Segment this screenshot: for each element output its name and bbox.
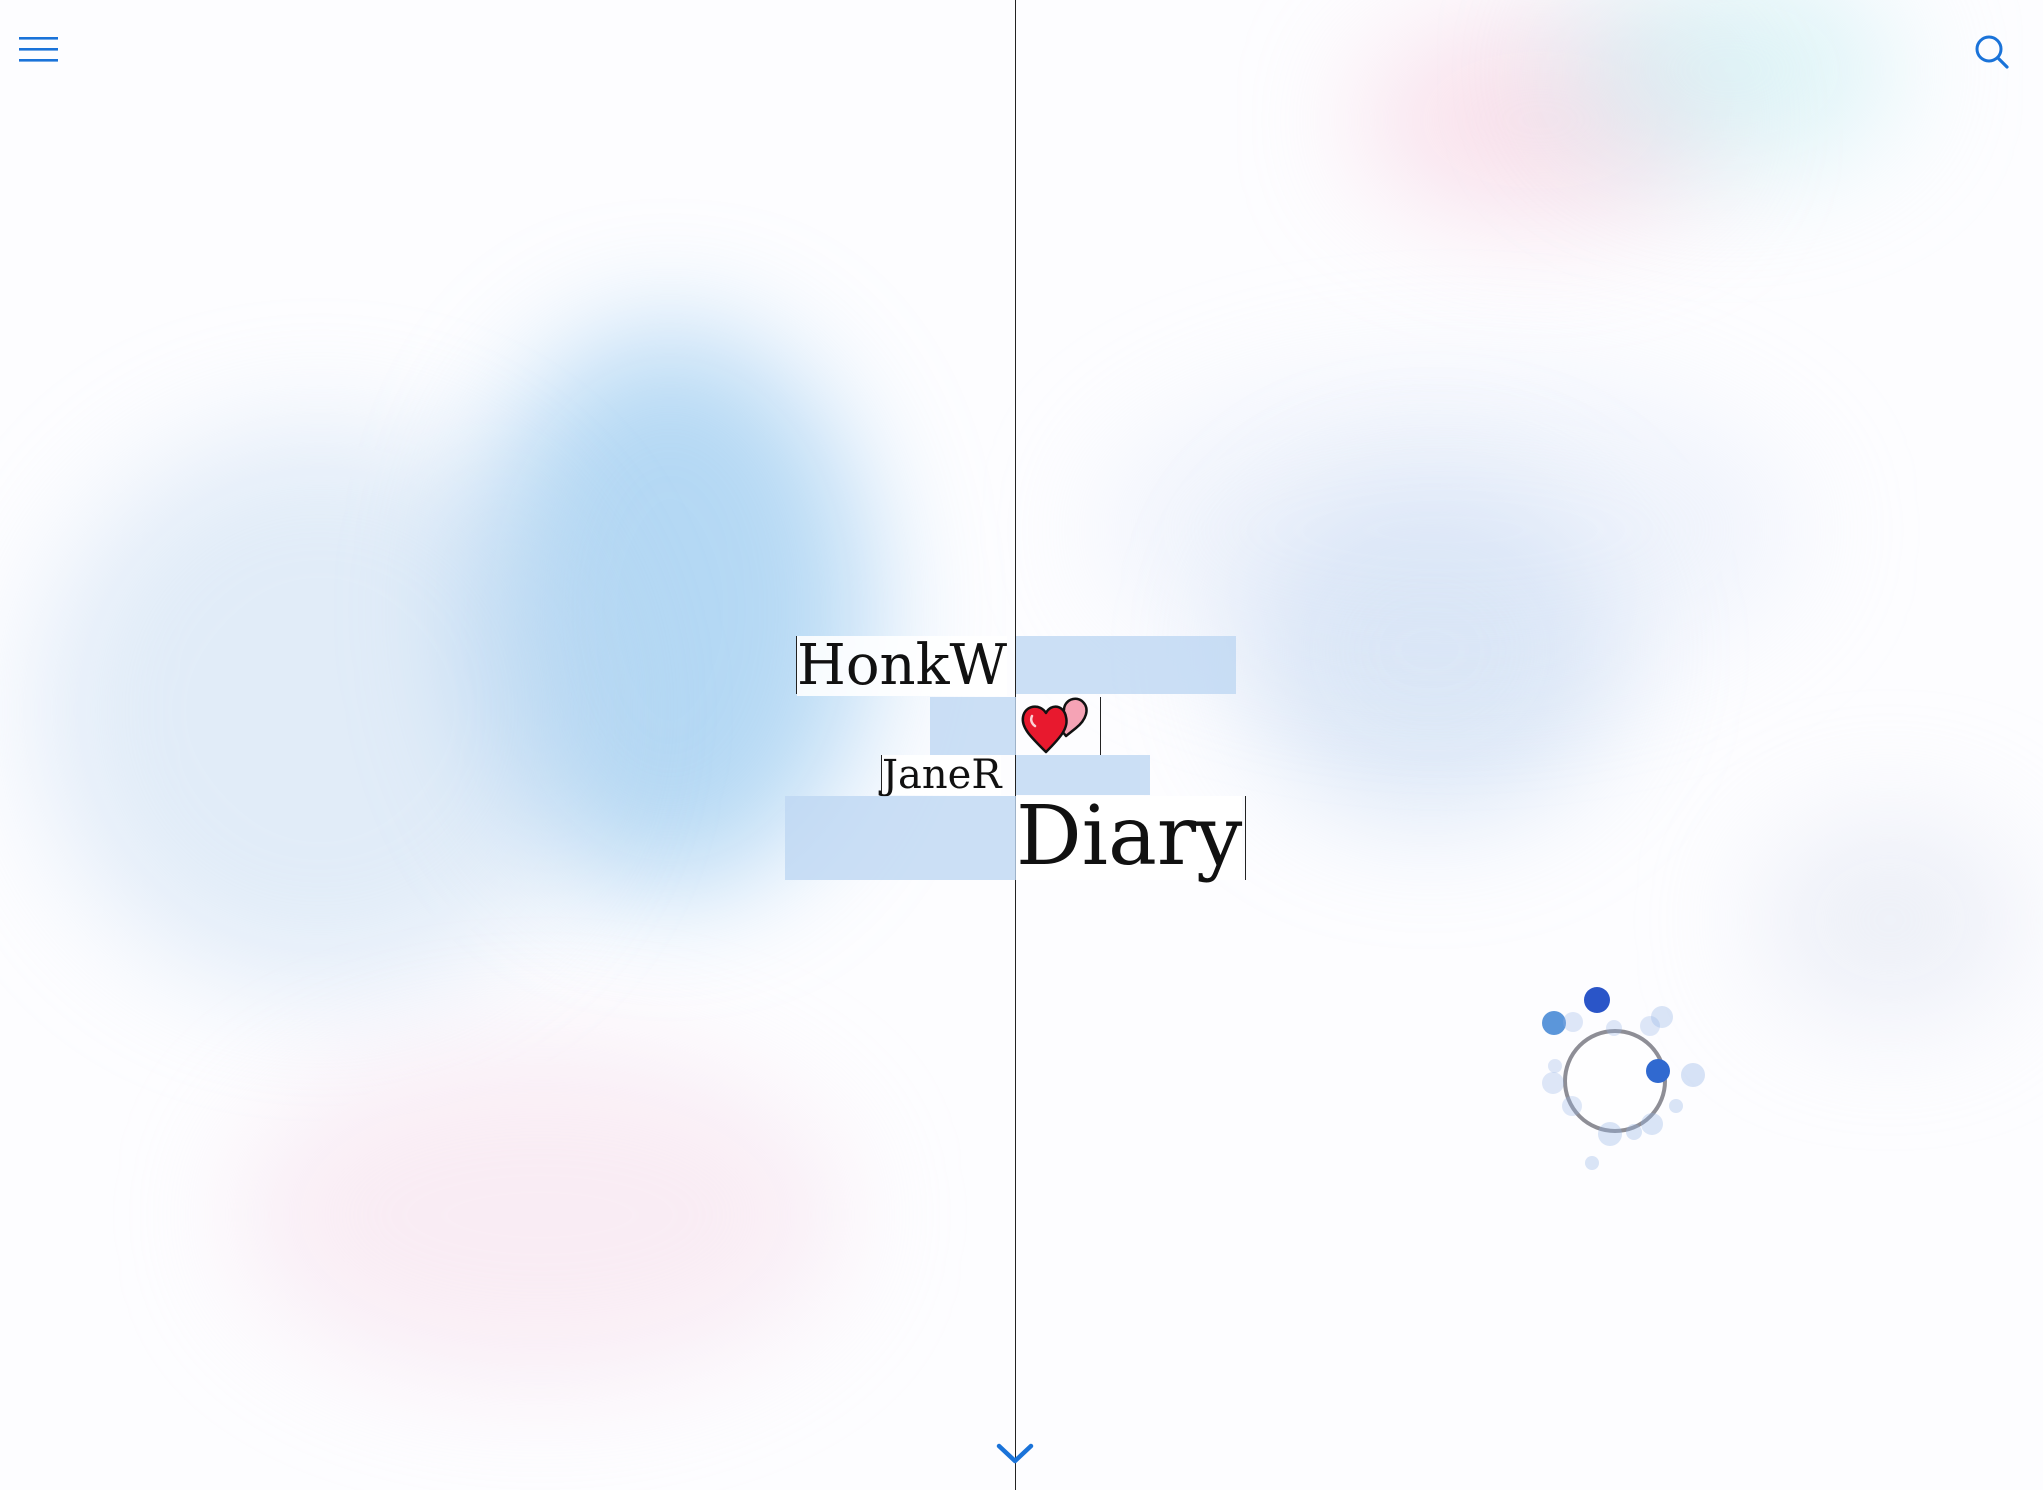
- background-blob: [1760, 820, 2020, 1020]
- hamburger-menu-icon: [19, 37, 58, 62]
- two-hearts-icon: [1021, 697, 1088, 754]
- text-highlight: [930, 697, 1016, 755]
- loading-spinner-icon: [1542, 987, 1705, 1170]
- search-icon: [1975, 35, 2009, 69]
- text-highlight: [1016, 636, 1236, 694]
- diary-landing-page: HonkW JaneR Diary: [0, 0, 2043, 1490]
- background-blob: [40, 430, 600, 990]
- scroll-down-button[interactable]: [995, 1438, 1035, 1470]
- menu-button[interactable]: [19, 34, 59, 66]
- text-cursor: [1245, 796, 1246, 880]
- text-highlight: [785, 796, 1016, 880]
- background-blob: [240, 1050, 840, 1380]
- name-secondary: JaneR: [882, 752, 1002, 798]
- search-button[interactable]: [1972, 32, 2012, 72]
- background-blob: [1100, 380, 1800, 680]
- text-cursor: [1100, 697, 1101, 755]
- chevron-down-icon: [996, 1443, 1034, 1464]
- diary-title: Diary: [1016, 789, 1243, 884]
- name-primary: HonkW: [797, 633, 1008, 698]
